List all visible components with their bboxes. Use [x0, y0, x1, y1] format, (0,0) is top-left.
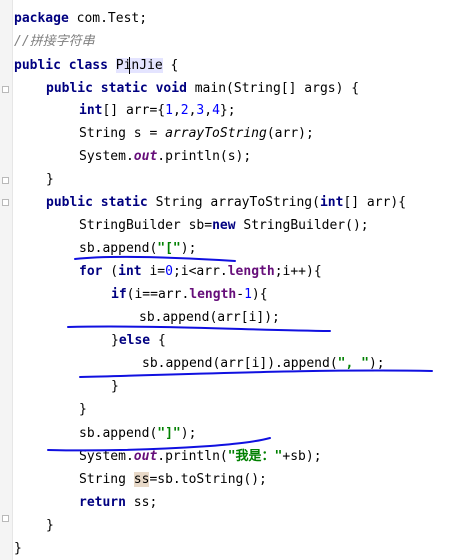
keyword-token: package — [14, 11, 69, 26]
code-line-11[interactable]: sb.append("["); — [79, 239, 196, 259]
code-line-18[interactable]: } — [79, 400, 87, 420]
code-line-2[interactable]: //拼接字符串 — [14, 32, 95, 52]
code-line-8[interactable]: } — [46, 170, 54, 190]
code-line-22[interactable]: return ss; — [79, 493, 157, 513]
code-line-23[interactable]: } — [46, 516, 54, 536]
code-line-19[interactable]: sb.append("]"); — [79, 424, 196, 444]
code-line-16[interactable]: sb.append(arr[i]).append(", "); — [142, 354, 385, 374]
code-line-12[interactable]: for (int i=0;i<arr.length;i++){ — [79, 262, 322, 282]
code-line-21[interactable]: String ss=sb.toString(); — [79, 470, 267, 490]
fold-marker-icon[interactable] — [2, 199, 9, 206]
code-editor[interactable]: package com.Test; //拼接字符串 public class P… — [0, 0, 458, 560]
code-line-5[interactable]: int[] arr={1,2,3,4}; — [79, 101, 236, 121]
class-name-token: PinJie — [115, 58, 163, 73]
code-line-7[interactable]: System.out.println(s); — [79, 147, 251, 167]
code-line-24[interactable]: } — [14, 539, 22, 559]
comment-token: //拼接字符串 — [14, 34, 95, 49]
code-line-6[interactable]: String s = arrayToString(arr); — [79, 124, 314, 144]
code-line-15[interactable]: }else { — [111, 331, 166, 351]
code-line-4[interactable]: public static void main(String[] args) { — [46, 79, 359, 99]
code-line-17[interactable]: } — [111, 377, 119, 397]
fold-marker-icon[interactable] — [2, 515, 9, 522]
code-line-9[interactable]: public static String arrayToString(int[]… — [46, 193, 406, 213]
code-line-3[interactable]: public class PinJie { — [14, 56, 178, 76]
code-line-1[interactable]: package com.Test; — [14, 9, 147, 29]
code-line-13[interactable]: if(i==arr.length-1){ — [111, 285, 268, 305]
code-line-14[interactable]: sb.append(arr[i]); — [139, 308, 280, 328]
fold-marker-icon[interactable] — [2, 86, 9, 93]
code-line-10[interactable]: StringBuilder sb=new StringBuilder(); — [79, 216, 369, 236]
code-line-20[interactable]: System.out.println("我是："+sb); — [79, 447, 322, 467]
editor-gutter — [0, 0, 13, 560]
text-caret — [129, 57, 130, 74]
fold-marker-icon[interactable] — [2, 177, 9, 184]
